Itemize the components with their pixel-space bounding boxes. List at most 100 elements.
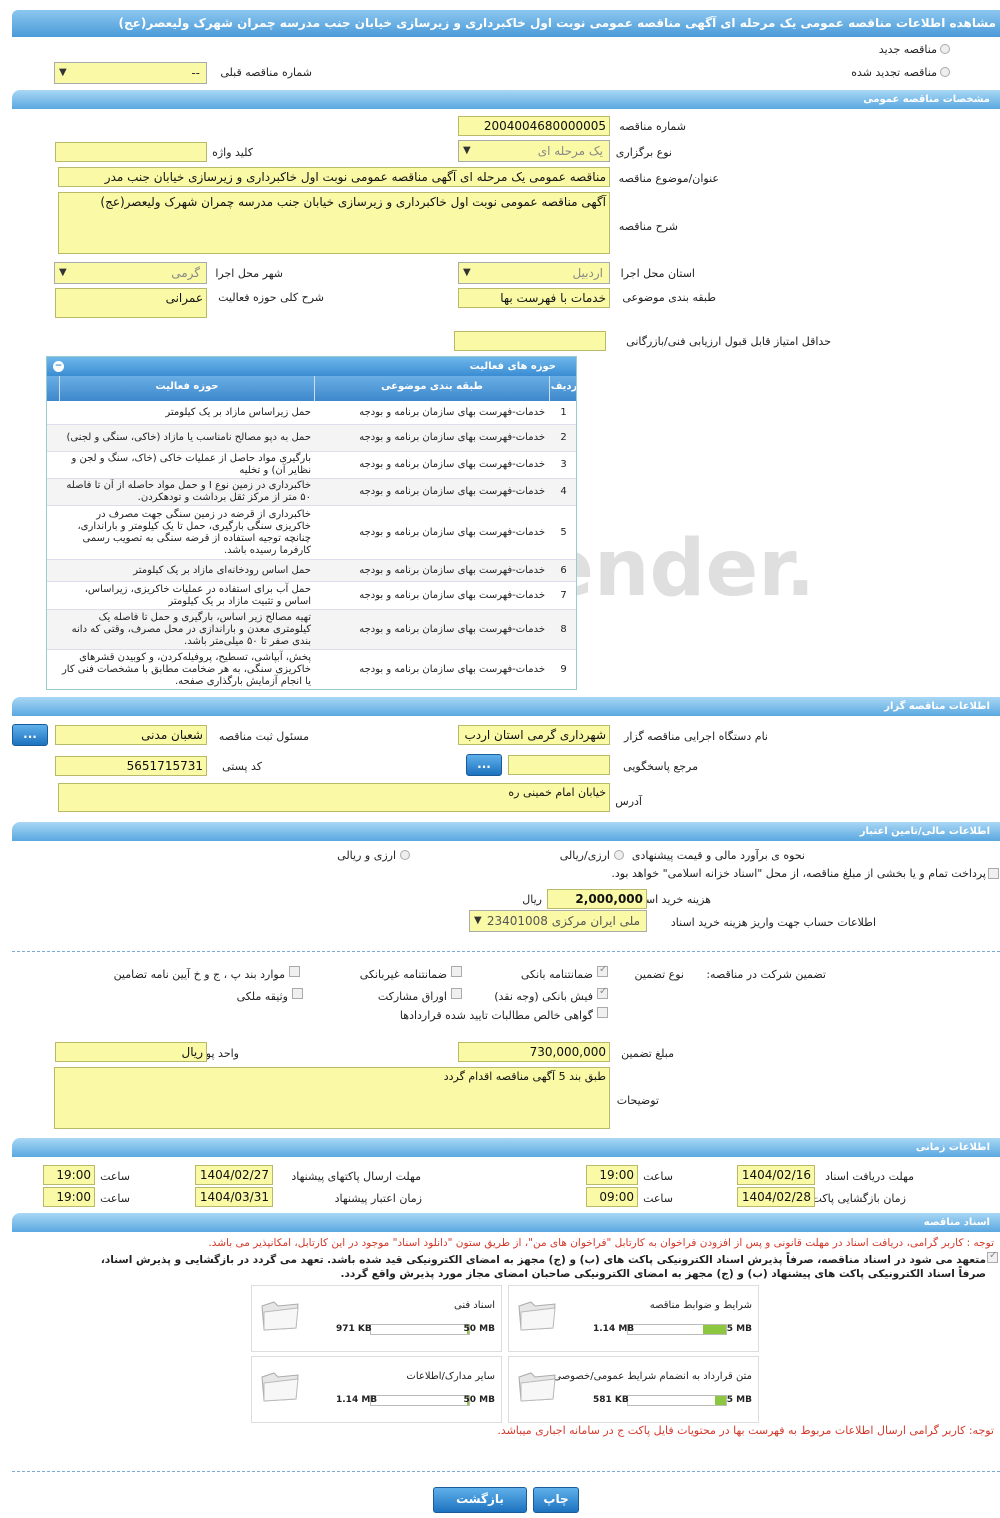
row-activity: حمل زیراساس مازاد بر یک کیلومتر — [165, 407, 311, 418]
file-size: 971 KB — [336, 1324, 372, 1334]
account-select[interactable]: ملی ایران مرکزی 23401008 ▼ — [469, 910, 647, 932]
commit-checkbox[interactable] — [987, 1250, 998, 1263]
file-name: سایر مدارک/اطلاعات — [406, 1371, 495, 1382]
reference-label: مرجع پاسخگویی — [623, 760, 698, 773]
col-activity: حوزه فعالیت — [59, 376, 314, 401]
currency-and-rial-label: ارزی و ریالی — [337, 849, 396, 862]
document-file[interactable]: متن قرارداد به انضمام شرایط عمومی/خصوصی 5… — [508, 1356, 759, 1423]
doc-fee-field[interactable]: 2,000,000 — [547, 889, 647, 909]
currency-rial-radio[interactable] — [614, 850, 624, 860]
file-name: شرایط و ضوابط مناقصه — [649, 1300, 752, 1311]
table-row: 6 خدمات-فهرست بهای سازمان برنامه و بودجه ح… — [47, 560, 576, 582]
new-tender-radio[interactable] — [940, 44, 950, 54]
guarantee-amount-field[interactable]: 730,000,000 — [458, 1042, 610, 1062]
organizer-field[interactable]: شهرداری گرمی استان اردب — [458, 725, 610, 745]
back-button[interactable]: بازگشت — [433, 1487, 527, 1513]
time-label: ساعت — [643, 1192, 673, 1205]
organizer-label: نام دستگاه اجرایی مناقصه گزار — [624, 730, 768, 743]
certificate-checkbox[interactable] — [597, 1007, 608, 1018]
validity-time[interactable]: 19:00 — [43, 1187, 95, 1207]
bank-receipt-checkbox[interactable] — [597, 986, 608, 999]
min-score-field[interactable] — [454, 331, 606, 351]
row-category: خدمات-فهرست بهای سازمان برنامه و بودجه — [359, 407, 545, 418]
property-label: وثیقه ملکی — [236, 990, 288, 1003]
table-row: 5 خدمات-فهرست بهای سازمان برنامه و بودجه خ… — [47, 506, 576, 560]
bonds-checkbox[interactable] — [451, 988, 462, 999]
document-file[interactable]: شرایط و ضوابط مناقصه 1.14 MB 5 MB — [508, 1285, 759, 1352]
file-name: متن قرارداد به انضمام شرایط عمومی/خصوصی — [553, 1371, 752, 1382]
doc-receive-time[interactable]: 19:00 — [586, 1165, 638, 1185]
postal-code-field[interactable]: 5651715731 — [55, 756, 207, 776]
file-max-size: 50 MB — [463, 1395, 495, 1405]
renewed-tender-label: مناقصه تجدید شده — [851, 66, 937, 79]
prev-tender-label: شماره مناقصه قبلی — [220, 66, 312, 79]
responsible-field[interactable]: شعبان مدنی — [55, 725, 207, 745]
row-number: 2 — [560, 432, 567, 443]
certificate-label: گواهی خالص مطالبات تایید شده قراردادها — [399, 1009, 593, 1022]
treasury-checkbox[interactable] — [988, 868, 999, 879]
document-file[interactable]: اسناد فنی 971 KB 50 MB — [251, 1285, 502, 1352]
city-select[interactable]: گرمی ▼ — [54, 262, 207, 284]
file-size-bar — [370, 1395, 470, 1406]
bid-send-date[interactable]: 1404/02/27 — [195, 1165, 273, 1185]
tender-number-label: شماره مناقصه — [619, 120, 686, 133]
chevron-down-icon: ▼ — [463, 267, 471, 278]
row-category: خدمات-فهرست بهای سازمان برنامه و بودجه — [359, 589, 545, 601]
bonds-label: اوراق مشارکت — [377, 990, 447, 1003]
chevron-down-icon: ▼ — [474, 915, 482, 926]
currency-rial-label: ارزی/ریالی — [559, 849, 610, 862]
province-select[interactable]: اردبیل ▼ — [458, 262, 610, 284]
row-activity: تهیه مصالح زیر اساس، بارگیری و حمل تا فا… — [71, 611, 311, 647]
validity-date[interactable]: 1404/03/31 — [195, 1187, 273, 1207]
row-category: خدمات-فهرست بهای سازمان برنامه و بودجه — [359, 459, 545, 470]
bank-guarantee-label: ضمانتنامه بانکی — [520, 968, 593, 981]
renewed-tender-radio[interactable] — [940, 67, 950, 77]
keyword-field[interactable] — [55, 142, 207, 162]
row-number: 8 — [560, 623, 567, 635]
currency-and-rial-radio[interactable] — [400, 850, 410, 860]
file-size: 1.14 MB — [593, 1324, 635, 1334]
responsible-lookup-button[interactable]: ... — [12, 724, 48, 746]
bank-guarantee-checkbox[interactable] — [597, 964, 608, 977]
clauses-checkbox[interactable] — [289, 966, 300, 977]
min-score-label: حداقل امتیاز قابل قبول ارزیابی فنی/بازرگ… — [626, 335, 831, 348]
prev-tender-select[interactable]: -- ▼ — [54, 62, 207, 84]
address-field[interactable]: خیابان امام خمینی ره — [58, 783, 610, 812]
bid-send-time[interactable]: 19:00 — [43, 1165, 95, 1185]
print-button[interactable]: چاپ — [533, 1487, 579, 1513]
scope-field[interactable]: عمرانی — [55, 288, 207, 318]
document-file[interactable]: سایر مدارک/اطلاعات 1.14 MB 50 MB — [251, 1356, 502, 1423]
file-name: اسناد فنی — [454, 1300, 495, 1311]
property-checkbox[interactable] — [292, 988, 303, 999]
activity-grid: حوزه های فعالیت − ردیف طبقه بندی موضوعی ح… — [46, 356, 577, 690]
notes-field[interactable]: طبق بند 5 آگهی مناقصه اقدام گردد — [54, 1067, 610, 1129]
doc-receive-date[interactable]: 1404/02/16 — [737, 1165, 815, 1185]
validity-label: زمان اعتبار پیشنهاد — [334, 1192, 422, 1205]
nonbank-guarantee-checkbox[interactable] — [451, 966, 462, 977]
docs-note: توجه : کاربر گرامی، دریافت اسناد در مهلت… — [208, 1237, 994, 1249]
table-row: 2 خدمات-فهرست بهای سازمان برنامه و بودجه ح… — [47, 425, 576, 452]
type-select[interactable]: یک مرحله ای ▼ — [458, 140, 610, 162]
responsible-label: مسئول ثبت مناقصه — [218, 730, 309, 743]
folder-icon — [261, 1301, 299, 1331]
folder-icon — [518, 1372, 556, 1402]
row-activity: حمل آب برای استفاده در عملیات خاکریزی، ز… — [84, 583, 311, 607]
notes-label: توضیحات — [616, 1094, 659, 1107]
description-field[interactable]: آگهی مناقصه عمومی نوبت اول خاکبرداری و ز… — [58, 192, 610, 254]
opening-date[interactable]: 1404/02/28 — [737, 1187, 815, 1207]
table-row: 7 خدمات-فهرست بهای سازمان برنامه و بودجه ح… — [47, 582, 576, 610]
category-field[interactable]: خدمات با فهرست بها — [458, 288, 610, 308]
opening-time[interactable]: 09:00 — [586, 1187, 638, 1207]
row-activity: بارگیری مواد حاصل از عملیات خاکی (خاک، س… — [71, 453, 311, 476]
table-row: 3 خدمات-فهرست بهای سازمان برنامه و بودجه ب… — [47, 452, 576, 479]
currency-field[interactable]: ریال — [55, 1042, 207, 1062]
account-label: اطلاعات حساب جهت واریز هزینه خرید اسناد — [670, 916, 876, 929]
collapse-icon[interactable]: − — [53, 361, 64, 372]
reference-lookup-button[interactable]: ... — [466, 754, 502, 776]
row-activity: پخش، آبپاشی، تسطیح، پروفیله‌کردن، و کوبی… — [61, 651, 311, 687]
reference-field[interactable] — [508, 755, 610, 775]
commit-text-2: صرفاً اسناد الکترونیکی پاکت های پیشنهاد … — [340, 1268, 986, 1280]
tender-number-field[interactable]: 2004004680000005 — [458, 116, 610, 136]
schedule-section-header: اطلاعات زمانی — [12, 1138, 1000, 1157]
subject-field[interactable]: مناقصه عمومی یک مرحله ای آگهی مناقصه عمو… — [58, 167, 610, 187]
